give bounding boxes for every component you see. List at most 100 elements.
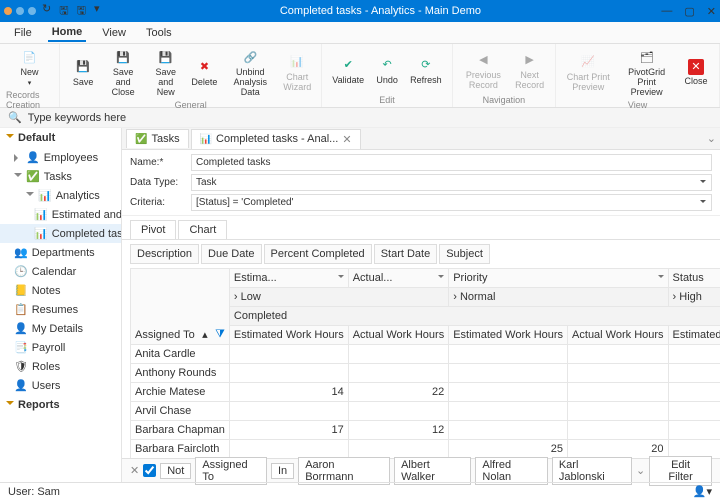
col-actual[interactable]: Actual...	[348, 269, 449, 288]
refresh-icon[interactable]: ↻	[42, 2, 51, 21]
nav-completed-tasks[interactable]: 📊Completed tasks	[0, 224, 121, 243]
menu-file[interactable]: File	[10, 25, 36, 41]
search-placeholder: Type keywords here	[28, 112, 126, 124]
nav-tasks[interactable]: ✅Tasks	[0, 167, 121, 186]
criteria-label: Criteria:	[130, 197, 185, 208]
nav-notes[interactable]: 📒Notes	[0, 281, 121, 300]
nav-resumes[interactable]: 📋Resumes	[0, 300, 121, 319]
field-start-date[interactable]: Start Date	[374, 244, 438, 264]
save-button[interactable]: 💾Save	[66, 56, 100, 90]
nav-users[interactable]: 👤Users	[0, 376, 121, 395]
undo-button[interactable]: ↶Undo	[370, 54, 404, 88]
nav-payroll[interactable]: 📑Payroll	[0, 338, 121, 357]
filter-v1[interactable]: Aaron Borrmann	[298, 457, 390, 485]
detail-form: Name:* Completed tasks Data Type: Task Cri…	[122, 150, 720, 216]
search-bar[interactable]: 🔍 Type keywords here	[0, 108, 720, 128]
status-user: User: Sam	[8, 486, 60, 498]
nav-employees[interactable]: 👤Employees	[0, 148, 121, 167]
table-row[interactable]: Archie Matese14221422	[131, 383, 720, 402]
prev-record-button: ◀Previous Record	[459, 49, 508, 93]
tabs-chevron-icon[interactable]: ⌄	[707, 132, 716, 145]
maximize-icon[interactable]: ▢	[684, 5, 694, 18]
filter-v4[interactable]: Karl Jablonski	[552, 457, 632, 485]
filter-bar: ✕ Not Assigned To In Aaron Borrmann Albe…	[122, 458, 720, 482]
field-description[interactable]: Description	[130, 244, 199, 264]
user-icon[interactable]: 👤▾	[693, 485, 712, 498]
datatype-label: Data Type:	[130, 177, 185, 188]
priority-low[interactable]: › Low	[229, 288, 448, 307]
col-priority[interactable]: Priority	[449, 269, 668, 288]
nav-group-default[interactable]: Default	[0, 128, 121, 148]
filter-icon[interactable]: ⧩	[215, 328, 225, 341]
col-normal-awh: Actual Work Hours	[568, 326, 669, 345]
validate-button[interactable]: ✔Validate	[328, 54, 368, 88]
pivot-grid[interactable]: Assigned To ▴ ⧩ Estima... Actual... Prio…	[122, 268, 720, 458]
field-due-date[interactable]: Due Date	[201, 244, 261, 264]
save-close-button[interactable]: 💾Save and Close	[102, 46, 144, 100]
menu-home[interactable]: Home	[48, 24, 87, 42]
col-high-ewh: Estimated Work Hours	[668, 326, 720, 345]
close-icon[interactable]: ✕	[707, 5, 716, 18]
edit-filter-button[interactable]: Edit Filter	[649, 456, 712, 486]
refresh-button[interactable]: ⟳Refresh	[406, 54, 446, 88]
criteria-field[interactable]: [Status] = 'Completed'	[191, 194, 712, 211]
tab-tasks[interactable]: ✅Tasks	[126, 129, 189, 148]
nav-estimated-actual[interactable]: 📊Estimated and actual work	[0, 205, 121, 224]
datatype-dropdown[interactable]: Task	[191, 174, 712, 191]
filter-not[interactable]: Not	[160, 463, 191, 479]
ribbon: 📄New▾ Records Creation 💾Save 💾Save and C…	[0, 44, 720, 108]
pivot-print-button[interactable]: 🗂PivotGrid Print Preview	[616, 46, 677, 100]
filter-enabled-checkbox[interactable]	[143, 464, 156, 477]
field-subject[interactable]: Subject	[439, 244, 490, 264]
table-row[interactable]: Anita Cardle15171517	[131, 345, 720, 364]
status-completed[interactable]: Completed	[229, 307, 720, 326]
col-status[interactable]: Status	[668, 269, 720, 288]
tab-analytics[interactable]: 📊Completed tasks - Anal...✕	[191, 129, 361, 149]
signal-dots	[4, 7, 36, 15]
name-field[interactable]: Completed tasks	[191, 154, 712, 171]
nav-roles[interactable]: 🛡Roles	[0, 357, 121, 376]
sort-icon[interactable]: ▴	[202, 328, 208, 341]
save-all-icon[interactable]: 🖫	[77, 2, 86, 21]
col-low-awh: Actual Work Hours	[348, 326, 449, 345]
menu-view[interactable]: View	[98, 25, 130, 41]
table-row[interactable]: Barbara Faircloth25202520	[131, 440, 720, 459]
menu-tools[interactable]: Tools	[142, 25, 176, 41]
unbind-button[interactable]: 🔗Unbind Analysis Data	[223, 46, 277, 100]
subtab-chart[interactable]: Chart	[178, 220, 227, 239]
filter-v2[interactable]: Albert Walker	[394, 457, 471, 485]
nav-my-details[interactable]: 👤My Details	[0, 319, 121, 338]
new-button[interactable]: 📄New▾	[10, 46, 50, 90]
pivot-field-chooser: Description Due Date Percent Completed S…	[122, 240, 720, 268]
next-record-button: ▶Next Record	[510, 49, 549, 93]
filter-more-icon[interactable]: ⌄	[636, 464, 645, 477]
subtab-pivot[interactable]: Pivot	[130, 220, 176, 239]
nav-analytics[interactable]: 📊Analytics	[0, 186, 121, 205]
save-icon[interactable]: 🖫	[59, 2, 68, 21]
menu-bar: File Home View Tools	[0, 22, 720, 44]
name-label: Name:*	[130, 157, 185, 168]
document-tabs: ✅Tasks 📊Completed tasks - Anal...✕ ⌄	[122, 128, 720, 150]
priority-high[interactable]: › High	[668, 288, 720, 307]
save-new-button[interactable]: 💾Save and New	[146, 46, 185, 100]
navigation-panel: Default 👤Employees ✅Tasks 📊Analytics 📊Es…	[0, 128, 122, 482]
filter-close-icon[interactable]: ✕	[130, 464, 139, 477]
priority-normal[interactable]: › Normal	[449, 288, 668, 307]
table-row[interactable]: Anthony Rounds111111	[131, 364, 720, 383]
col-estimated[interactable]: Estima...	[229, 269, 348, 288]
table-row[interactable]: Barbara Chapman17121712	[131, 421, 720, 440]
table-row[interactable]: Arvil Chase18101810	[131, 402, 720, 421]
close-button[interactable]: ✕Close	[679, 57, 713, 89]
delete-button[interactable]: ✖Delete	[187, 56, 221, 90]
col-low-ewh: Estimated Work Hours	[229, 326, 348, 345]
nav-departments[interactable]: 👥Departments	[0, 243, 121, 262]
nav-calendar[interactable]: 🕒Calendar	[0, 262, 121, 281]
field-percent[interactable]: Percent Completed	[264, 244, 372, 264]
filter-field[interactable]: Assigned To	[195, 457, 267, 485]
row-area-header[interactable]: Assigned To	[135, 329, 195, 341]
filter-op[interactable]: In	[271, 463, 294, 479]
filter-v3[interactable]: Alfred Nolan	[475, 457, 547, 485]
close-tab-icon[interactable]: ✕	[342, 133, 351, 146]
nav-group-reports[interactable]: Reports	[0, 395, 121, 415]
minimize-icon[interactable]: —	[661, 5, 672, 18]
